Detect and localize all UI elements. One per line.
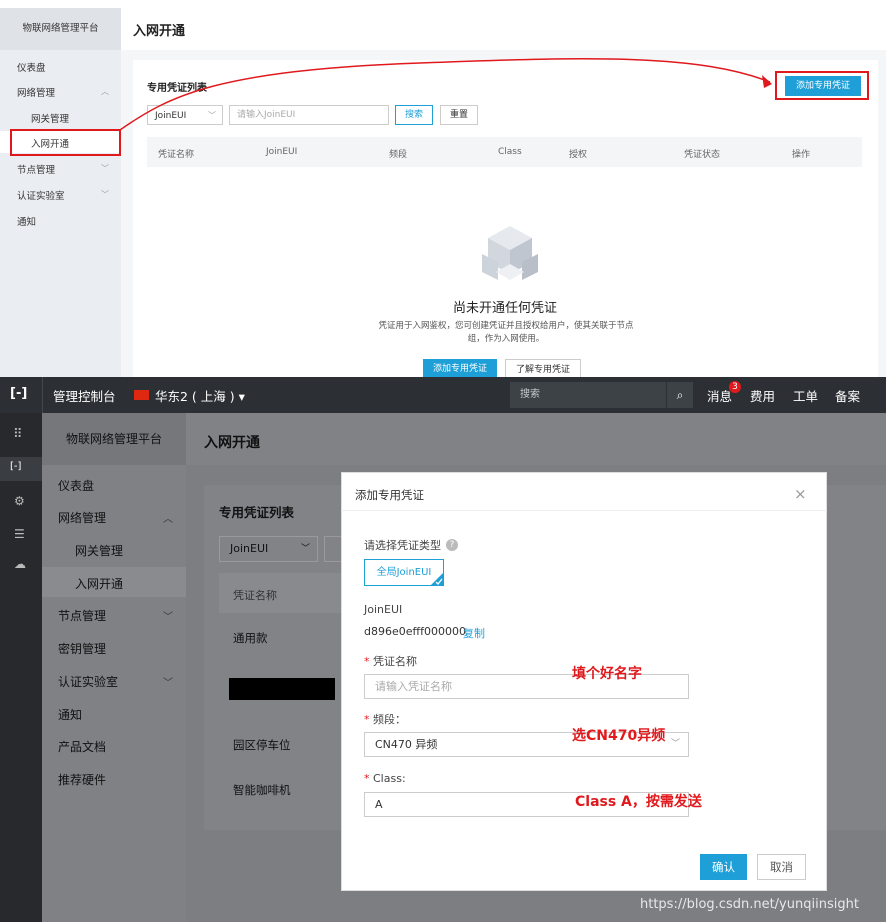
- sidebar-item-notice[interactable]: 通知: [58, 706, 82, 723]
- table-row: 通用款: [233, 631, 268, 645]
- icon-rail: [0, 413, 42, 922]
- dialog-title: 添加专用凭证: [355, 488, 424, 502]
- sidebar-item-hardware[interactable]: 推荐硬件: [58, 771, 106, 788]
- sidebar-item-lab[interactable]: 认证实验室: [58, 673, 118, 690]
- filter-select[interactable]: JoinEUI ﹀: [219, 536, 318, 562]
- network-icon[interactable]: ☁: [14, 557, 26, 571]
- chevron-down-icon: ﹀: [163, 678, 173, 689]
- class-label: * Class:: [364, 772, 406, 785]
- cancel-button[interactable]: 取消: [757, 854, 806, 880]
- bottom-screenshot: [-] 管理控制台 华东2 ( 上海 ) ▾ 搜索 ⌕ 消息 3 费用 工单 备…: [0, 377, 886, 922]
- joineui-value: d896e0efff000000: [364, 625, 466, 638]
- page-title: 入网开通: [204, 435, 260, 451]
- grid-icon[interactable]: ⠿: [13, 427, 23, 442]
- filing-link[interactable]: 备案: [835, 386, 860, 405]
- platform-title: 物联网络管理平台: [42, 413, 186, 465]
- search-icon[interactable]: ⌕: [667, 382, 693, 408]
- redacted-block: [229, 678, 335, 700]
- table-row: 园区停车位: [233, 738, 291, 752]
- caret-down-icon: ▾: [238, 389, 245, 404]
- table-row: 智能咖啡机: [233, 783, 291, 797]
- search-input[interactable]: [324, 536, 341, 562]
- sidebar-item-docs[interactable]: 产品文档: [58, 738, 106, 755]
- header: [186, 413, 886, 465]
- column-header: 凭证名称: [233, 589, 277, 602]
- region-select[interactable]: 华东2 ( 上海 ) ▾: [155, 386, 245, 405]
- chevron-down-icon: ﹀: [300, 544, 310, 554]
- tickets-link[interactable]: 工单: [793, 386, 818, 405]
- fees-link[interactable]: 费用: [750, 386, 775, 405]
- message-badge: 3: [729, 381, 741, 393]
- console-link[interactable]: 管理控制台: [53, 386, 116, 405]
- card-title: 专用凭证列表: [219, 505, 295, 520]
- sidebar-item-nodes[interactable]: 节点管理: [58, 607, 106, 624]
- name-label: * 凭证名称: [364, 655, 417, 668]
- sidebar-item-dashboard[interactable]: 仪表盘: [58, 477, 94, 494]
- annotation-band: 选CN470异频: [572, 728, 666, 744]
- annotation-name: 填个好名字: [572, 666, 642, 682]
- joineui-label: JoinEUI: [364, 603, 403, 616]
- band-label: * 频段：: [364, 713, 406, 726]
- sidebar-item-gateway[interactable]: 网关管理: [75, 542, 123, 559]
- type-label: 请选择凭证类型: [364, 539, 441, 552]
- help-icon[interactable]: ?: [446, 539, 458, 551]
- confirm-button[interactable]: 确认: [700, 854, 747, 880]
- selected-check-icon: [430, 572, 444, 586]
- iot-icon[interactable]: [-]: [10, 461, 21, 472]
- sidebar-item-network[interactable]: 网络管理: [58, 509, 106, 526]
- storage-icon[interactable]: ☰: [14, 527, 25, 541]
- copy-link[interactable]: 复制: [463, 625, 485, 641]
- close-icon[interactable]: ×: [794, 485, 807, 503]
- watermark: https://blog.csdn.net/yunqiinsight: [640, 897, 859, 912]
- messages-link[interactable]: 消息: [707, 386, 732, 405]
- search-input[interactable]: 搜索: [510, 382, 666, 408]
- china-flag-icon: [134, 390, 149, 400]
- sidebar-item-keys[interactable]: 密钥管理: [58, 640, 106, 657]
- chevron-up-icon: ︿: [163, 514, 173, 525]
- chevron-down-icon: ﹀: [670, 739, 680, 749]
- top-screenshot: 物联网络管理平台 仪表盘 网络管理 ︿ 网关管理 入网开通 节点管理 ﹀ 认证实…: [0, 0, 886, 377]
- sidebar-item-access[interactable]: 入网开通: [75, 575, 123, 592]
- aliyun-logo-icon[interactable]: [-]: [10, 386, 27, 401]
- cloud-icon[interactable]: ⚙: [14, 494, 25, 508]
- chevron-down-icon: ﹀: [163, 612, 173, 623]
- annotation-arrow: [119, 58, 772, 131]
- annotation-class: Class A，按需发送: [575, 794, 702, 810]
